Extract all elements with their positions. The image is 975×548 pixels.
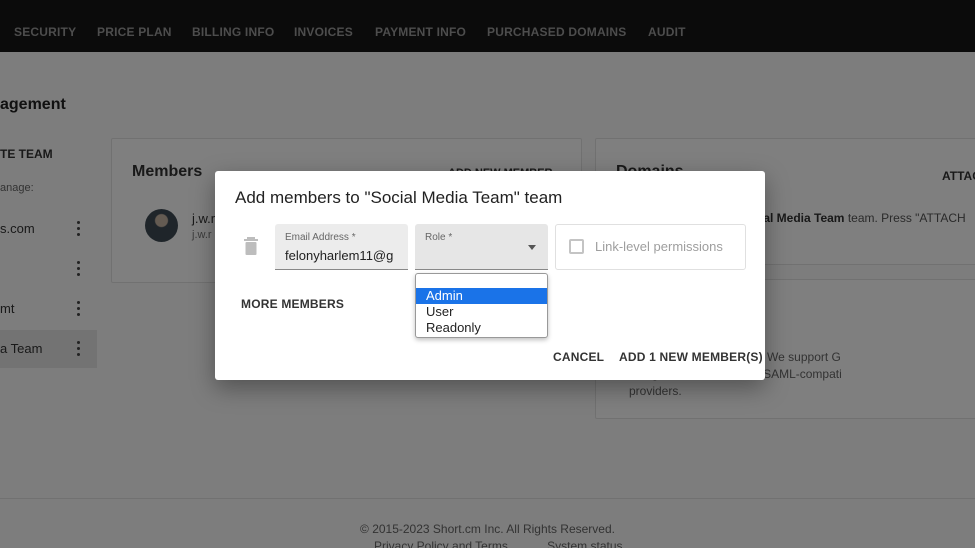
role-select[interactable]: Role *: [415, 224, 548, 270]
link-level-permissions-checkbox[interactable]: Link-level permissions: [555, 224, 746, 270]
email-input[interactable]: [285, 245, 403, 265]
dialog-title: Add members to "Social Media Team" team: [235, 188, 563, 207]
email-field[interactable]: Email Address *: [275, 224, 408, 270]
role-option-user[interactable]: User: [416, 304, 547, 320]
email-field-label: Email Address *: [285, 232, 356, 243]
role-option-admin[interactable]: Admin: [416, 288, 547, 304]
add-members-button[interactable]: ADD 1 NEW MEMBER(S): [619, 350, 763, 364]
role-field-label: Role *: [425, 232, 453, 243]
add-members-dialog: Add members to "Social Media Team" team …: [215, 171, 765, 380]
more-members-button[interactable]: MORE MEMBERS: [241, 297, 344, 311]
link-level-permissions-label: Link-level permissions: [595, 239, 723, 254]
role-dropdown-menu: Admin User Readonly: [415, 273, 548, 338]
trash-icon[interactable]: [243, 237, 259, 255]
checkbox-icon[interactable]: [569, 239, 584, 254]
caret-down-icon: [528, 245, 536, 250]
role-option-readonly[interactable]: Readonly: [416, 320, 547, 336]
cancel-button[interactable]: CANCEL: [553, 350, 604, 364]
